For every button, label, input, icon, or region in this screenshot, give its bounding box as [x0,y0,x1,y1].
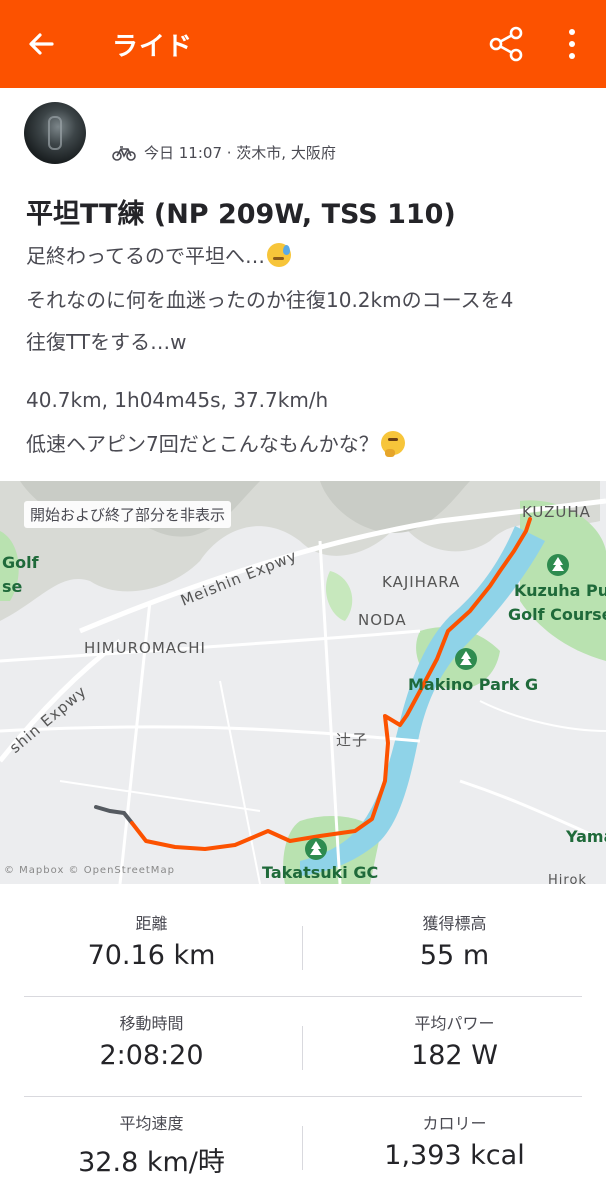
activity-meta: 今日 11:07 · 茨木市, 大阪府 [112,142,336,163]
divider [302,1126,303,1170]
stat-value: 32.8 km/時 [78,1147,225,1178]
map-label-kuzuha-golf-2: Golf Course [508,605,606,624]
stat-value: 55 m [419,940,490,971]
map-label-kuzuha-golf-1: Kuzuha Publi [514,581,606,600]
stat-avg-speed: 平均速度 32.8 km/時 [0,1110,303,1179]
route-map[interactable]: KUZUHA Golf se Meishin Expwy KAJIHARA Ku… [0,481,606,884]
stat-label: 平均パワー [414,1014,495,1033]
park-icon [305,838,327,860]
stat-calories: カロリー 1,393 kcal [303,1110,606,1171]
map-label-himuromachi: HIMUROMACHI [84,639,206,657]
map-label-takatsuki: Takatsuki GC [262,863,379,882]
stat-elevation: 獲得標高 55 m [303,910,606,971]
divider [24,1096,582,1097]
map-copyright: © Mapbox © OpenStreetMap [4,865,175,876]
park-icon [547,554,569,576]
bicycle-icon [112,145,136,161]
avatar[interactable] [24,102,86,164]
map-label-kuzuha: KUZUHA [522,503,591,521]
map-hidden-segment-label: 開始および終了部分を非表示 [24,501,232,528]
map-label-se: se [2,577,23,596]
stats-grid: 距離 70.16 km 獲得標高 55 m 移動時間 2:08:20 平均パワー… [0,896,606,1200]
divider [302,1026,303,1070]
stat-moving-time: 移動時間 2:08:20 [0,1010,303,1071]
map-label-noda: NODA [358,611,407,629]
map-label-yama: Yama [566,827,606,846]
map-label-makino: Makino Park G [408,675,539,694]
stat-label: カロリー [422,1114,487,1133]
stat-label: 移動時間 [119,1014,184,1033]
stat-avg-power: 平均パワー 182 W [303,1010,606,1071]
stat-label: 平均速度 [119,1114,184,1133]
more-vertical-icon[interactable] [556,24,588,64]
map-label-kajihara: KAJIHARA [382,573,461,591]
stat-value: 1,393 kcal [384,1140,525,1171]
stat-distance: 距離 70.16 km [0,910,303,971]
activity-title: 平坦TT練 (NP 209W, TSS 110) [26,199,456,230]
description-line-1: 足終わってるので平坦へ… [26,240,291,269]
map-label-hiroko: Hirok [548,873,587,884]
description-summary: 40.7km, 1h04m45s, 37.7km/h [26,388,329,412]
sweat-emoji-icon [267,243,291,267]
stat-label: 獲得標高 [422,914,487,933]
divider [302,926,303,970]
stat-label: 距離 [135,914,168,933]
description-line-3: 往復TTをする…w [26,330,187,354]
page-title: ライド [112,32,194,62]
map-label-tsujiko: 辻子 [336,731,369,749]
description-note: 低速ヘアピン7回だとこんなもんかな？ [26,428,405,457]
park-icon [455,648,477,670]
back-arrow-icon[interactable] [22,24,62,64]
stat-value: 182 W [411,1040,498,1071]
app-header: ライド [0,0,606,88]
stat-value: 70.16 km [87,940,216,971]
activity-time-location: 今日 11:07 · 茨木市, 大阪府 [144,144,336,162]
description-line-2: それなのに何を血迷ったのか往復10.2kmのコースを4 [26,288,514,312]
map-label-golf: Golf [2,553,39,572]
divider [24,996,582,997]
share-icon[interactable] [486,24,526,64]
thinking-emoji-icon [380,431,405,457]
stat-value: 2:08:20 [99,1040,204,1071]
